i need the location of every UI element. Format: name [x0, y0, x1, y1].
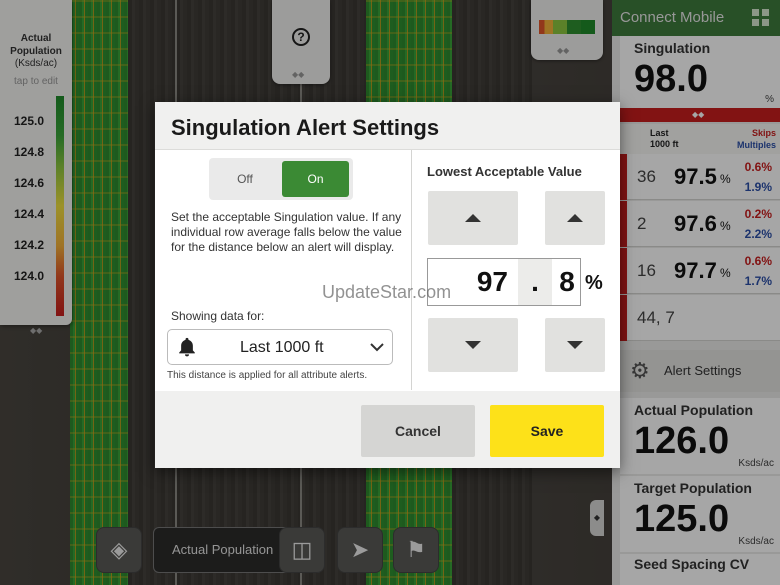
increment-decimal-button[interactable]: [545, 191, 605, 245]
toggle-off-option[interactable]: Off: [209, 158, 281, 200]
alert-description: Set the acceptable Singulation value. If…: [171, 210, 402, 254]
cancel-button[interactable]: Cancel: [361, 405, 475, 457]
distance-select[interactable]: Last 1000 ft: [167, 329, 393, 365]
decrement-integer-button[interactable]: [428, 318, 518, 372]
dialog-title: Singulation Alert Settings: [171, 115, 440, 140]
increment-integer-button[interactable]: [428, 191, 518, 245]
chevron-down-icon: [370, 343, 384, 352]
decimal-point: .: [518, 259, 552, 305]
distance-select-value: Last 1000 ft: [240, 339, 324, 356]
vertical-divider: [411, 150, 412, 390]
arrow-down-icon: [567, 341, 583, 349]
value-unit: %: [585, 272, 603, 294]
showing-data-label: Showing data for:: [171, 309, 265, 323]
value-decimal[interactable]: 8: [552, 259, 582, 305]
watermark: UpdateStar.com: [322, 282, 452, 302]
dialog-title-bar: Singulation Alert Settings: [155, 102, 620, 150]
bell-icon: [179, 337, 195, 357]
save-button[interactable]: Save: [490, 405, 604, 457]
arrow-up-icon: [567, 214, 583, 222]
arrow-up-icon: [465, 214, 481, 222]
arrow-down-icon: [465, 341, 481, 349]
distance-note: This distance is applied for all attribu…: [167, 370, 368, 381]
toggle-on-option[interactable]: On: [282, 161, 349, 197]
decrement-decimal-button[interactable]: [545, 318, 605, 372]
alert-toggle[interactable]: Off On: [209, 158, 353, 200]
dialog-footer: Cancel Save: [155, 391, 620, 468]
lowest-value-title: Lowest Acceptable Value: [427, 164, 582, 179]
